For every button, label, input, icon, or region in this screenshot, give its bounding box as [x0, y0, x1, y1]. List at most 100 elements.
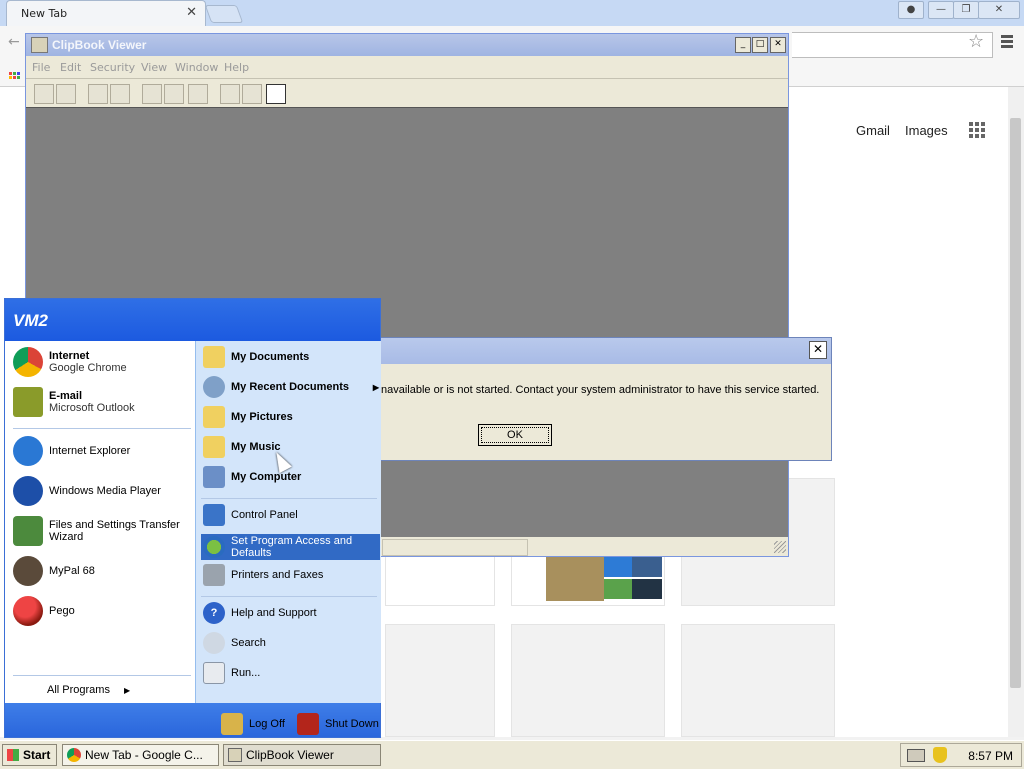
program-internet-explorer[interactable]: Internet Explorer	[13, 436, 130, 466]
windows-logo-icon	[7, 749, 19, 761]
menu-help[interactable]: Help	[224, 61, 249, 74]
run[interactable]: Run...	[203, 662, 260, 684]
security-shield-icon[interactable]	[933, 747, 947, 763]
menu-divider	[26, 78, 788, 79]
program-windows-media-player[interactable]: Windows Media Player	[13, 476, 161, 506]
pinned-subtitle: Microsoft Outlook	[49, 402, 135, 414]
back-icon[interactable]: ←	[8, 34, 20, 50]
thumbnail-image	[632, 557, 662, 577]
place-label: My Documents	[231, 351, 310, 363]
setting-printers-faxes[interactable]: Printers and Faxes	[203, 564, 323, 586]
pego-icon	[13, 596, 43, 626]
thumbnail-image	[632, 579, 662, 599]
thumbnail-tile[interactable]	[385, 624, 495, 737]
omnibox[interactable]	[792, 32, 993, 58]
ok-button[interactable]: OK	[478, 424, 552, 446]
program-files-settings-transfer[interactable]: Files and Settings Transfer Wizard	[13, 516, 188, 546]
pinned-internet[interactable]: Internet Google Chrome	[13, 347, 127, 377]
close-icon[interactable]: ✕	[770, 37, 786, 53]
start-button[interactable]: Start	[2, 744, 57, 766]
place-my-documents[interactable]: My Documents	[203, 346, 309, 368]
dialog-titlebar[interactable]: ✕	[381, 338, 831, 364]
computer-icon	[203, 466, 225, 488]
program-label: MyPal 68	[49, 565, 95, 577]
copy-icon[interactable]	[142, 84, 162, 104]
place-my-pictures[interactable]: My Pictures	[203, 406, 293, 428]
program-mypal[interactable]: MyPal 68	[13, 556, 95, 586]
shut-down-label: Shut Down	[325, 718, 379, 730]
clock[interactable]: 8:57 PM	[968, 749, 1013, 763]
paste-icon[interactable]	[164, 84, 184, 104]
divider	[201, 596, 377, 597]
search[interactable]: Search	[203, 632, 266, 654]
shut-down-button[interactable]: Shut Down	[297, 713, 379, 735]
tab-new-tab[interactable]: New Tab ✕	[6, 0, 206, 26]
media-player-icon	[13, 476, 43, 506]
thumbnail-tile[interactable]	[511, 624, 665, 737]
tab-close-icon[interactable]: ✕	[186, 5, 197, 20]
thumbnail-tile[interactable]	[681, 624, 835, 737]
key-icon	[221, 713, 243, 735]
full-page-icon[interactable]	[266, 84, 286, 104]
task-chrome[interactable]: New Tab - Google C...	[62, 744, 219, 766]
tab-title: New Tab	[21, 7, 68, 20]
profile-icon[interactable]: ●	[898, 1, 924, 19]
gmail-link[interactable]: Gmail	[856, 123, 890, 138]
outlook-icon	[13, 387, 43, 417]
place-my-recent-documents[interactable]: My Recent Documents ▶	[203, 376, 381, 398]
clipbook-titlebar[interactable]: ClipBook Viewer _ □ ✕	[26, 34, 788, 56]
place-label: My Pictures	[231, 411, 293, 423]
apps-shortcut-icon[interactable]	[9, 72, 20, 83]
chrome-icon	[13, 347, 43, 377]
start-menu: VM2 Internet Google Chrome E-mail Microsof…	[4, 298, 381, 738]
minimize-icon[interactable]: _	[735, 37, 751, 53]
pinned-email[interactable]: E-mail Microsoft Outlook	[13, 387, 135, 417]
bookmark-star-icon[interactable]: ☆	[968, 31, 984, 52]
internet-explorer-icon	[13, 436, 43, 466]
setting-set-program-access[interactable]: Set Program Access and Defaults	[201, 534, 380, 560]
keyboard-icon[interactable]	[907, 749, 925, 762]
close-window-icon[interactable]: ✕	[978, 1, 1020, 19]
disconnect-icon[interactable]	[56, 84, 76, 104]
scrollbar-thumb[interactable]	[1010, 118, 1021, 688]
setting-control-panel[interactable]: Control Panel	[203, 504, 298, 526]
program-label: Files and Settings Transfer Wizard	[49, 519, 180, 543]
delete-icon[interactable]	[188, 84, 208, 104]
share-icon[interactable]	[88, 84, 108, 104]
help-and-support[interactable]: ? Help and Support	[203, 602, 317, 624]
minimize-icon[interactable]: —	[928, 1, 954, 19]
chrome-icon	[67, 748, 81, 762]
divider	[13, 428, 191, 429]
images-link[interactable]: Images	[905, 123, 948, 138]
place-label: My Music	[231, 441, 281, 453]
new-tab-button[interactable]	[204, 5, 244, 23]
stop-sharing-icon[interactable]	[110, 84, 130, 104]
maximize-icon[interactable]: □	[752, 37, 768, 53]
all-programs[interactable]: All Programs ▶	[47, 684, 130, 696]
restore-icon[interactable]: ❐	[953, 1, 979, 19]
connect-icon[interactable]	[34, 84, 54, 104]
program-defaults-icon	[203, 536, 225, 558]
program-label: Pego	[49, 605, 75, 617]
help-label: Help and Support	[231, 607, 317, 619]
menu-window[interactable]: Window	[175, 61, 218, 74]
task-clipbook[interactable]: ClipBook Viewer	[223, 744, 381, 766]
dialog-close-icon[interactable]: ✕	[809, 341, 827, 359]
menu-view[interactable]: View	[141, 61, 167, 74]
google-apps-icon[interactable]	[969, 122, 987, 140]
table-of-contents-icon[interactable]	[220, 84, 240, 104]
pictures-folder-icon	[203, 406, 225, 428]
menu-security[interactable]: Security	[90, 61, 135, 74]
resize-grip-icon[interactable]	[774, 541, 786, 553]
log-off-button[interactable]: Log Off	[221, 713, 285, 735]
menu-edit[interactable]: Edit	[60, 61, 81, 74]
start-label: Start	[23, 748, 51, 762]
user-name: VM2	[13, 311, 48, 330]
menu-file[interactable]: File	[32, 61, 50, 74]
clipbook-title: ClipBook Viewer	[52, 38, 147, 52]
printer-icon	[203, 564, 225, 586]
thumbnails-icon[interactable]	[242, 84, 262, 104]
music-folder-icon	[203, 436, 225, 458]
program-pego[interactable]: Pego	[13, 596, 75, 626]
chrome-menu-icon[interactable]	[1001, 35, 1013, 48]
